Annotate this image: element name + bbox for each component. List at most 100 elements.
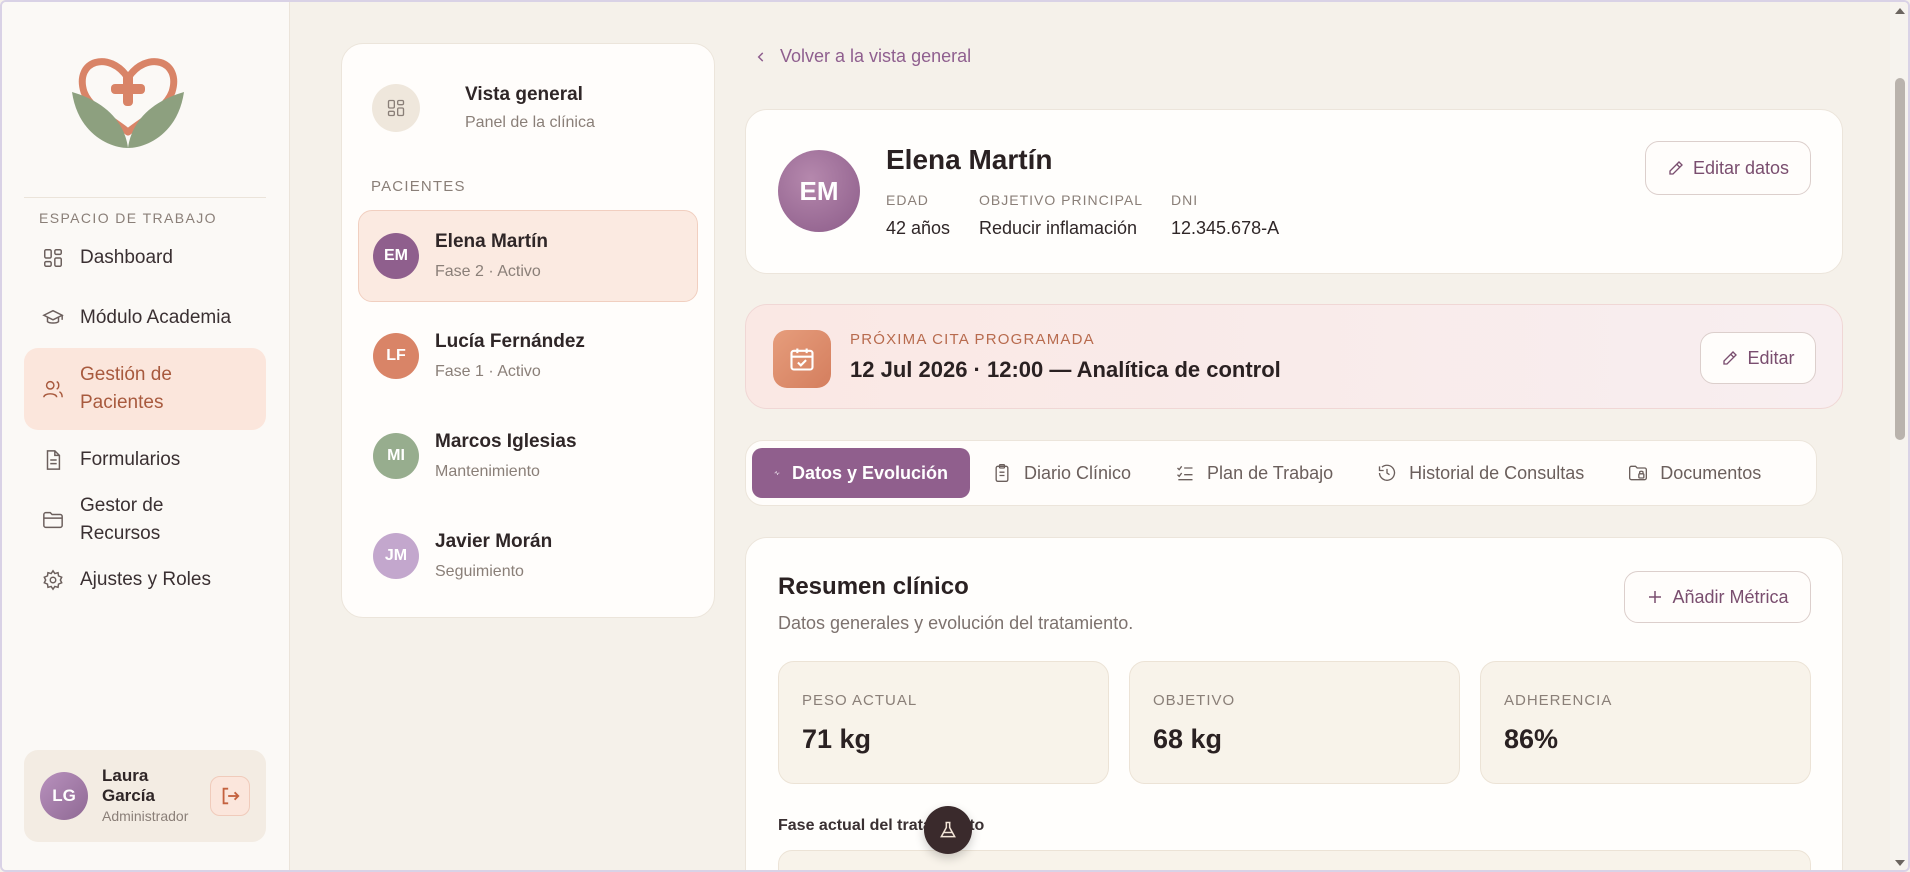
tab-diario-clinico[interactable]: Diario Clínico: [970, 448, 1153, 498]
sidebar-item-label: Ajustes y Roles: [80, 569, 211, 590]
tab-documentos[interactable]: Documentos: [1606, 448, 1783, 498]
metric-value: 68 kg: [1153, 724, 1223, 754]
users-icon: [43, 380, 63, 398]
sidebar-item-ajustes[interactable]: Ajustes y Roles: [24, 550, 266, 610]
patient-name: Marcos Iglesias: [435, 431, 577, 452]
patient-list: EM Elena Martín Fase 2 · Activo LF Lucía…: [358, 210, 698, 610]
user-role: Administrador: [102, 808, 189, 824]
tab-historial-consultas[interactable]: Historial de Consultas: [1355, 448, 1606, 498]
metric-label: OBJETIVO: [1153, 692, 1236, 709]
workspace-label: ESPACIO DE TRABAJO: [39, 210, 217, 226]
patient-status: Fase 2 · Activo: [435, 263, 541, 280]
tab-label: Documentos: [1660, 462, 1762, 483]
patient-item-lucia[interactable]: LF Lucía Fernández Fase 1 · Activo: [358, 310, 698, 402]
field-label: EDAD: [886, 192, 929, 208]
folder-lock-icon: [1629, 465, 1648, 481]
sidebar-item-academia[interactable]: Módulo Academia: [24, 288, 266, 348]
summary-subtitle: Datos generales y evolución del tratamie…: [778, 613, 1134, 633]
checklist-icon: [1177, 465, 1193, 481]
metric-objetivo: OBJETIVO 68 kg: [1129, 661, 1460, 784]
patient-status: Seguimiento: [435, 563, 524, 580]
app-window: ESPACIO DE TRABAJO Dashboard Módulo Acad…: [0, 0, 1910, 872]
patient-item-javier[interactable]: JM Javier Morán Seguimiento: [358, 510, 698, 602]
avatar: EM: [373, 233, 419, 279]
next-appointment-card: PRÓXIMA CITA PROGRAMADA 12 Jul 2026 · 12…: [745, 304, 1843, 409]
sidebar-item-pacientes[interactable]: Gestión de Pacientes: [24, 348, 266, 430]
overview-icon-wrap: [372, 84, 420, 132]
sidebar-item-label: Formularios: [80, 449, 181, 470]
sidebar-item-recursos[interactable]: Gestor de Recursos: [24, 490, 266, 550]
scroll-up-arrow-icon[interactable]: [1895, 8, 1905, 14]
sidebar-divider: [24, 197, 266, 198]
overview-link[interactable]: Vista general Panel de la clínica: [372, 82, 692, 142]
phase-field[interactable]: Fase 2: Reducción de la inflamación: [778, 850, 1811, 870]
clinical-summary-card: Resumen clínico Datos generales y evoluc…: [745, 537, 1843, 870]
add-metric-label: Añadir Métrica: [1672, 586, 1789, 607]
document-icon: [46, 450, 61, 470]
sidebar-item-formularios[interactable]: Formularios: [24, 430, 266, 490]
edit-data-label: Editar datos: [1692, 157, 1790, 178]
scrollbar[interactable]: [1890, 2, 1908, 870]
sidebar-item-label: Módulo Academia: [80, 307, 232, 328]
tab-plan-trabajo[interactable]: Plan de Trabajo: [1153, 448, 1355, 498]
patient-status: Fase 1 · Activo: [435, 363, 541, 380]
patient-item-elena[interactable]: EM Elena Martín Fase 2 · Activo: [358, 210, 698, 302]
pencil-icon: [1669, 161, 1683, 175]
user-card: LG Laura García Administrador: [24, 750, 266, 842]
patient-name: Elena Martín: [435, 231, 548, 252]
calendar-icon-wrap: [773, 330, 831, 388]
graduation-cap-icon: [42, 309, 64, 324]
gear-icon: [43, 569, 63, 591]
metric-adherencia: ADHERENCIA 86%: [1480, 661, 1811, 784]
field-value: 12.345.678-A: [1171, 218, 1280, 238]
metric-peso: PESO ACTUAL 71 kg: [778, 661, 1109, 784]
dashboard-icon: [387, 99, 405, 117]
metric-value: 71 kg: [802, 724, 872, 754]
metric-value: 86%: [1504, 724, 1559, 754]
avatar: LF: [373, 333, 419, 379]
patient-status: Mantenimiento: [435, 463, 540, 480]
dashboard-icon: [44, 249, 62, 267]
tab-label: Datos y Evolución: [791, 462, 948, 483]
edit-appointment-button[interactable]: Editar: [1700, 332, 1816, 384]
add-metric-button[interactable]: Añadir Métrica: [1624, 571, 1811, 623]
patient-name: Lucía Fernández: [435, 331, 585, 352]
flask-icon: [940, 821, 956, 838]
avatar: EM: [778, 150, 860, 232]
logout-button[interactable]: [210, 776, 250, 816]
patients-panel: Vista general Panel de la clínica PACIEN…: [341, 43, 715, 618]
clipboard-icon: [995, 464, 1009, 482]
field-label: OBJETIVO PRINCIPAL: [979, 192, 1143, 208]
field-value: Reducir inflamación: [979, 218, 1138, 238]
back-link[interactable]: Volver a la vista general: [754, 46, 971, 67]
pencil-icon: [1723, 351, 1738, 365]
patient-name: Elena Martín: [886, 144, 1053, 175]
patient-tabs: Datos y Evolución Diario Clínico Plan de…: [745, 440, 1817, 506]
scroll-down-arrow-icon[interactable]: [1895, 860, 1905, 866]
field-label: DNI: [1171, 192, 1199, 208]
sidebar: ESPACIO DE TRABAJO Dashboard Módulo Acad…: [2, 2, 290, 870]
tab-label: Diario Clínico: [1024, 462, 1132, 483]
overview-subtitle: Panel de la clínica: [465, 114, 595, 131]
folder-icon: [43, 511, 63, 529]
appointment-kicker: PRÓXIMA CITA PROGRAMADA: [850, 331, 1095, 348]
tab-label: Historial de Consultas: [1409, 462, 1585, 483]
field-edad: EDAD 42 años: [886, 192, 950, 239]
sidebar-item-label: Gestión de Pacientes: [80, 364, 172, 413]
lab-flask-button[interactable]: [924, 806, 972, 854]
logout-icon: [222, 787, 240, 805]
scroll-thumb[interactable]: [1895, 78, 1905, 440]
sidebar-item-label: Gestor de Recursos: [80, 495, 164, 544]
history-icon: [1378, 464, 1396, 481]
tab-label: Plan de Trabajo: [1207, 462, 1334, 483]
edit-data-button[interactable]: Editar datos: [1645, 141, 1811, 195]
tab-datos-evolucion[interactable]: Datos y Evolución: [752, 448, 970, 498]
avatar: LG: [40, 772, 88, 820]
user-name: Laura García: [102, 766, 155, 805]
calendar-check-icon: [790, 348, 814, 371]
patient-name: Javier Morán: [435, 531, 553, 552]
sidebar-item-dashboard[interactable]: Dashboard: [24, 228, 266, 288]
patient-item-marcos[interactable]: MI Marcos Iglesias Mantenimiento: [358, 410, 698, 502]
avatar: JM: [373, 533, 419, 579]
patients-section-label: PACIENTES: [371, 178, 466, 195]
